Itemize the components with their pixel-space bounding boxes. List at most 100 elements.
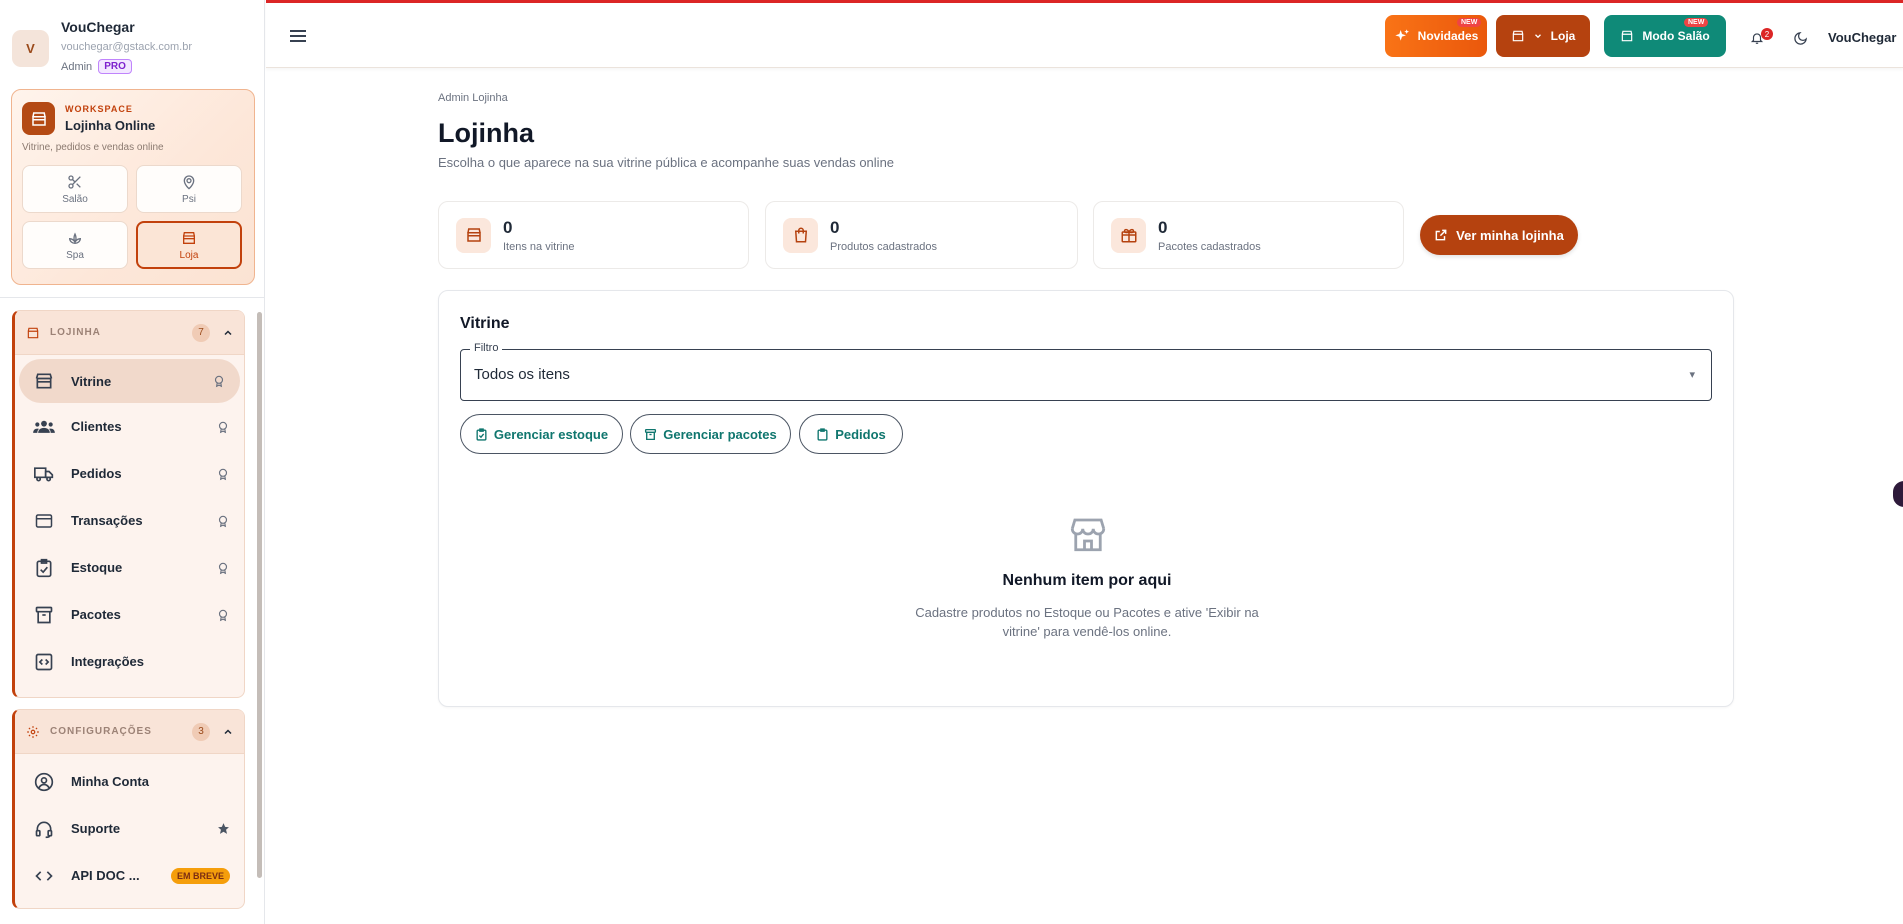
code-icon — [33, 865, 55, 887]
filter-label: Filtro — [470, 342, 503, 354]
card-title: Vitrine — [460, 315, 510, 332]
store-icon — [183, 231, 195, 244]
workspace-mode-label: Spa — [66, 249, 84, 261]
workspace-mode-label: Loja — [179, 249, 199, 261]
lock-icon — [218, 421, 228, 433]
filter-select[interactable]: Filtro Todos os itens ▾ — [460, 342, 1712, 401]
new-badge: NEW — [1684, 18, 1709, 27]
nav-group-count: 7 — [192, 323, 210, 342]
sidebar-item-clientes[interactable]: Clientes — [15, 403, 244, 450]
nav-group-count: 3 — [192, 722, 210, 741]
button-label: Gerenciar estoque — [493, 426, 609, 442]
workspace-mode-label: Salão — [62, 193, 88, 205]
stat-card-pacotes: 0 Pacotes cadastrados — [1093, 201, 1404, 269]
chevron-down-icon: ▾ — [1689, 369, 1695, 381]
empty-state-text: Cadastre produtos no Estoque ou Pacotes … — [915, 605, 1259, 639]
archive-icon — [33, 604, 55, 626]
shopping-bag-icon — [783, 217, 818, 253]
sparkles-icon — [1394, 29, 1409, 41]
user-profile[interactable]: V VouChegar vouchegar@gstack.com.br Admi… — [12, 14, 252, 82]
credit-card-icon — [33, 510, 55, 532]
headset-icon — [33, 818, 55, 840]
external-link-icon — [1435, 229, 1447, 241]
workspace-kicker: WORKSPACE — [65, 104, 133, 114]
stat-card-itens-vitrine: 0 Itens na vitrine — [438, 201, 749, 269]
menu-icon[interactable] — [290, 29, 306, 43]
sidebar-item-api-doc[interactable]: API DOC ... EM BREVE — [15, 852, 244, 899]
button-label: Gerenciar pacotes — [663, 426, 777, 442]
cta-label: Ver minha lojinha — [1456, 227, 1564, 243]
filter-value: Todos os itens — [474, 366, 570, 383]
nav-group-label: CONFIGURAÇÕES — [50, 726, 152, 737]
pedidos-button[interactable]: Pedidos — [799, 414, 903, 454]
workspace-mode-salao[interactable]: Salão — [22, 165, 128, 213]
sidebar-item-pedidos[interactable]: Pedidos — [15, 450, 244, 497]
vitrine-card: Vitrine Filtro Todos os itens ▾ Gerencia… — [438, 290, 1734, 707]
modo-salao-label: Modo Salão — [1642, 29, 1710, 43]
sidebar-item-vitrine[interactable]: Vitrine — [19, 359, 240, 403]
clipboard-icon — [817, 427, 828, 441]
workspace-selector-label: Loja — [1550, 29, 1576, 43]
workspace-mode-psi[interactable]: Psi — [136, 165, 242, 213]
novidades-button[interactable]: Novidades NEW — [1385, 15, 1487, 57]
chevron-up-icon — [224, 728, 232, 734]
breadcrumb: Admin Lojinha — [438, 92, 508, 104]
empty-state-title: Nenhum item por aqui — [1002, 572, 1172, 589]
workspace-selector-loja[interactable]: Loja — [1496, 15, 1590, 57]
coming-soon-badge: EM BREVE — [170, 867, 230, 884]
store-icon — [1070, 518, 1106, 552]
sidebar-item-label: Estoque — [71, 560, 123, 575]
map-pin-icon — [183, 174, 195, 190]
nav-group-header[interactable]: CONFIGURAÇÕES 3 — [15, 710, 244, 754]
store-icon — [456, 217, 491, 253]
chevron-up-icon — [224, 329, 232, 335]
page-title: Lojinha — [438, 118, 534, 148]
sidebar-item-pacotes[interactable]: Pacotes — [15, 591, 244, 638]
floating-helper-button[interactable] — [1893, 481, 1903, 507]
nav-group-configuracoes: CONFIGURAÇÕES 3 Minha Conta Suporte API … — [12, 709, 245, 909]
sidebar-item-label: Minha Conta — [71, 774, 149, 789]
user-menu[interactable]: VouChegar — [1828, 30, 1896, 45]
workspace-mode-loja[interactable]: Loja — [136, 221, 242, 269]
modo-salao-button[interactable]: Modo Salão NEW — [1604, 15, 1726, 57]
store-icon — [22, 102, 55, 135]
user-circle-icon — [33, 771, 55, 793]
nav-group-header[interactable]: LOJINHA 7 — [15, 311, 244, 355]
sidebar-item-estoque[interactable]: Estoque — [15, 544, 244, 591]
sidebar-item-transacoes[interactable]: Transações — [15, 497, 244, 544]
moon-icon[interactable] — [1793, 31, 1808, 46]
gerenciar-pacotes-button[interactable]: Gerenciar pacotes — [630, 414, 791, 454]
gerenciar-estoque-button[interactable]: Gerenciar estoque — [460, 414, 623, 454]
users-icon — [33, 416, 55, 438]
new-badge: NEW — [1457, 18, 1482, 27]
sidebar-item-integracoes[interactable]: Integrações — [15, 638, 244, 685]
lock-icon — [218, 562, 228, 574]
lotus-icon — [68, 232, 82, 244]
archive-icon — [645, 428, 657, 440]
notification-count: 2 — [1761, 28, 1773, 40]
workspace-mode-spa[interactable]: Spa — [22, 221, 128, 269]
sidebar-item-suporte[interactable]: Suporte — [15, 805, 244, 852]
stat-value: 0 — [1158, 217, 1168, 237]
store-icon — [33, 370, 55, 392]
code-box-icon — [33, 651, 55, 673]
store-icon — [27, 327, 39, 338]
chevron-down-icon — [1534, 34, 1541, 39]
sidebar-scrollbar[interactable] — [257, 312, 262, 878]
stat-label: Itens na vitrine — [503, 240, 575, 253]
stat-value: 0 — [503, 217, 513, 237]
sidebar-item-label: Transações — [71, 513, 143, 528]
sidebar-item-label: Pacotes — [71, 607, 121, 622]
ver-minha-lojinha-button[interactable]: Ver minha lojinha — [1420, 215, 1578, 255]
stat-label: Pacotes cadastrados — [1158, 240, 1261, 253]
stat-card-produtos: 0 Produtos cadastrados — [765, 201, 1078, 269]
star-icon — [218, 823, 229, 834]
sidebar-item-minha-conta[interactable]: Minha Conta — [15, 758, 244, 805]
sidebar-item-label: Pedidos — [71, 466, 122, 481]
button-label: Pedidos — [835, 426, 886, 442]
lock-icon — [214, 375, 224, 388]
top-bar: Novidades NEW Loja Modo Salão NEW 2 VouC… — [266, 0, 1903, 68]
sidebar-item-label: Vitrine — [71, 373, 112, 389]
store-icon — [1512, 30, 1523, 42]
nav-group-lojinha: LOJINHA 7 Vitrine Clientes Pedidos Trans… — [12, 310, 245, 698]
